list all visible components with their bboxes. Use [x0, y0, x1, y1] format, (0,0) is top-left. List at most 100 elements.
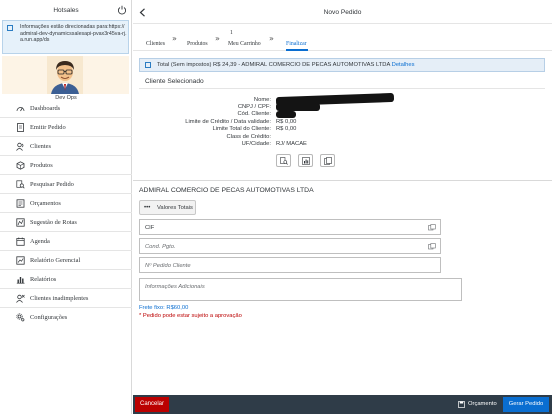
client-report-button[interactable]	[298, 154, 313, 167]
payment-terms-placeholder: Cond. Pgto.	[145, 244, 176, 250]
fixed-freight-text: Frete fixo: R$60,00	[139, 305, 189, 311]
sidebar-item-relatorios[interactable]: Relatórios	[0, 270, 132, 289]
sidebar-item-orcamentos[interactable]: Orçamentos	[0, 194, 132, 213]
save-icon	[458, 401, 465, 408]
sidebar-item-relatorio-gerencial[interactable]: Relatório Gerencial	[0, 251, 132, 270]
totals-button[interactable]: ••• Valores Totais	[139, 200, 196, 215]
search-order-icon	[16, 180, 25, 189]
client-documents-button[interactable]	[320, 154, 335, 167]
sidebar-item-label: Relatório Gerencial	[30, 257, 81, 264]
sidebar-item-label: Configurações	[30, 314, 68, 321]
label-classe-credito: Class de Crédito:	[226, 134, 271, 140]
step-clientes[interactable]: Clientes	[146, 41, 165, 47]
quotation-icon	[16, 199, 25, 208]
sidebar-item-label: Clientes	[30, 143, 51, 150]
page-header: Novo Pedido	[133, 0, 552, 24]
page-title: Novo Pedido	[323, 9, 362, 16]
divider	[133, 180, 552, 181]
label-cod-cliente: Cód. Cliente:	[237, 111, 271, 117]
details-link[interactable]: Detalhes	[392, 62, 415, 68]
double-chevron-icon: »	[172, 34, 177, 43]
label-uf-cidade: UF/Cidade:	[241, 141, 271, 147]
destination-info-strip: Informações estão direcionadas para:http…	[2, 20, 129, 54]
step-produtos[interactable]: Produtos	[187, 41, 208, 47]
approval-warning: * Pedido pode estar sujeito a aprovação	[139, 313, 242, 319]
more-icon: •••	[144, 205, 151, 211]
sidebar-item-clientes[interactable]: Clientes	[0, 137, 132, 156]
value-uf-cidade: RJ/ MACAE	[276, 141, 307, 147]
company-name: ADMIRAL COMERCIO DE PECAS AUTOMOTIVAS LT…	[139, 187, 314, 194]
double-chevron-icon: »	[269, 34, 274, 43]
value-help-icon[interactable]	[428, 243, 436, 250]
additional-info-placeholder: Informações Adicionais	[145, 284, 205, 290]
active-step-indicator	[286, 49, 308, 51]
sidebar-item-label: Emitir Pedido	[30, 124, 66, 131]
report-icon	[302, 157, 310, 165]
footer-toolbar: Cancelar Orçamento Gerar Pedido	[133, 395, 552, 414]
cancel-button[interactable]: Cancelar	[135, 397, 169, 412]
sidebar-item-label: Agenda	[30, 238, 50, 245]
value-help-icon[interactable]	[428, 224, 436, 231]
freight-type-value: CIF	[145, 225, 155, 231]
sidebar-item-configuracoes[interactable]: Configurações	[0, 308, 132, 327]
divider	[139, 88, 545, 89]
search-document-icon	[280, 157, 288, 165]
sidebar-item-agenda[interactable]: Agenda	[0, 232, 132, 251]
client-order-number-placeholder: Nº Pedido Cliente	[145, 263, 191, 269]
sidebar-item-label: Dashboards	[30, 105, 61, 112]
checkout-steps: Clientes » Produtos » 1 Meu Carrinho » F…	[133, 25, 552, 51]
sidebar-item-emitir-pedido[interactable]: Emitir Pedido	[0, 118, 132, 137]
client-order-number-field[interactable]: Nº Pedido Cliente	[139, 257, 441, 273]
additional-info-textarea[interactable]: Informações Adicionais	[139, 278, 462, 301]
step-finalizar[interactable]: Finalizar	[286, 41, 307, 47]
avatar	[47, 56, 83, 94]
value-limite-credito: R$ 0,00	[276, 119, 297, 125]
sidebar-item-pesquisar-pedido[interactable]: Pesquisar Pedido	[0, 175, 132, 194]
quotation-button-label: Orçamento	[468, 401, 497, 407]
value-limite-total: R$ 0,00	[276, 126, 297, 132]
sidebar-item-label: Clientes inadimplentes	[30, 295, 89, 302]
totals-button-label: Valores Totais	[157, 205, 193, 211]
double-chevron-icon: »	[215, 34, 220, 43]
power-icon[interactable]	[117, 5, 127, 15]
sidebar-item-label: Relatórios	[30, 276, 57, 283]
sidebar-item-dashboards[interactable]: Dashboards	[0, 99, 132, 118]
main-panel: Novo Pedido Clientes » Produtos » 1 Meu …	[133, 0, 552, 414]
product-icon	[16, 161, 25, 170]
sidebar-item-produtos[interactable]: Produtos	[0, 156, 132, 175]
sidebar-item-label: Pesquisar Pedido	[30, 181, 74, 188]
cart-count-badge: 1	[230, 30, 233, 36]
sidebar-item-clientes-inadimplentes[interactable]: Clientes inadimplentes	[0, 289, 132, 308]
dashboard-icon	[16, 107, 25, 112]
report-icon	[16, 256, 25, 265]
quotation-button[interactable]: Orçamento	[455, 397, 499, 412]
label-cnpj: CNPJ / CPF:	[237, 104, 271, 110]
payment-terms-field[interactable]: Cond. Pgto.	[139, 238, 441, 254]
sidebar-item-sugestao-de-rotas[interactable]: Sugestão de Rotas	[0, 213, 132, 232]
copy-document-icon	[324, 157, 332, 165]
client-history-button[interactable]	[276, 154, 291, 167]
settings-icon	[16, 313, 25, 322]
freight-type-field[interactable]: CIF	[139, 219, 441, 235]
calendar-icon	[16, 237, 25, 246]
selected-client-title: Cliente Selecionado	[145, 78, 204, 85]
step-meu-carrinho[interactable]: Meu Carrinho	[228, 41, 261, 47]
order-total-text: Total (Sem impostos) R$ 24,39 - ADMIRAL …	[157, 62, 391, 68]
sidebar-item-label: Sugestão de Rotas	[30, 219, 77, 226]
info-icon	[7, 25, 13, 31]
customers-icon	[16, 142, 24, 151]
info-icon	[145, 62, 151, 68]
side-navigation: Hotsales Informações estão direcionadas …	[0, 0, 132, 414]
bar-chart-icon	[16, 277, 25, 284]
sidebar-header: Hotsales	[0, 0, 132, 20]
document-icon	[17, 123, 24, 132]
label-limite-total: Limite Total do Cliente:	[212, 126, 271, 132]
route-icon	[16, 218, 25, 227]
label-nome: Nome:	[253, 97, 271, 103]
sidebar-item-label: Orçamentos	[30, 200, 61, 207]
app-title: Hotsales	[53, 7, 79, 14]
delinquent-icon	[16, 294, 25, 303]
generate-order-button[interactable]: Gerar Pedido	[503, 397, 549, 412]
order-total-text-wrapper: Total (Sem impostos) R$ 24,39 - ADMIRAL …	[157, 62, 415, 68]
sidebar-item-label: Produtos	[30, 162, 53, 169]
